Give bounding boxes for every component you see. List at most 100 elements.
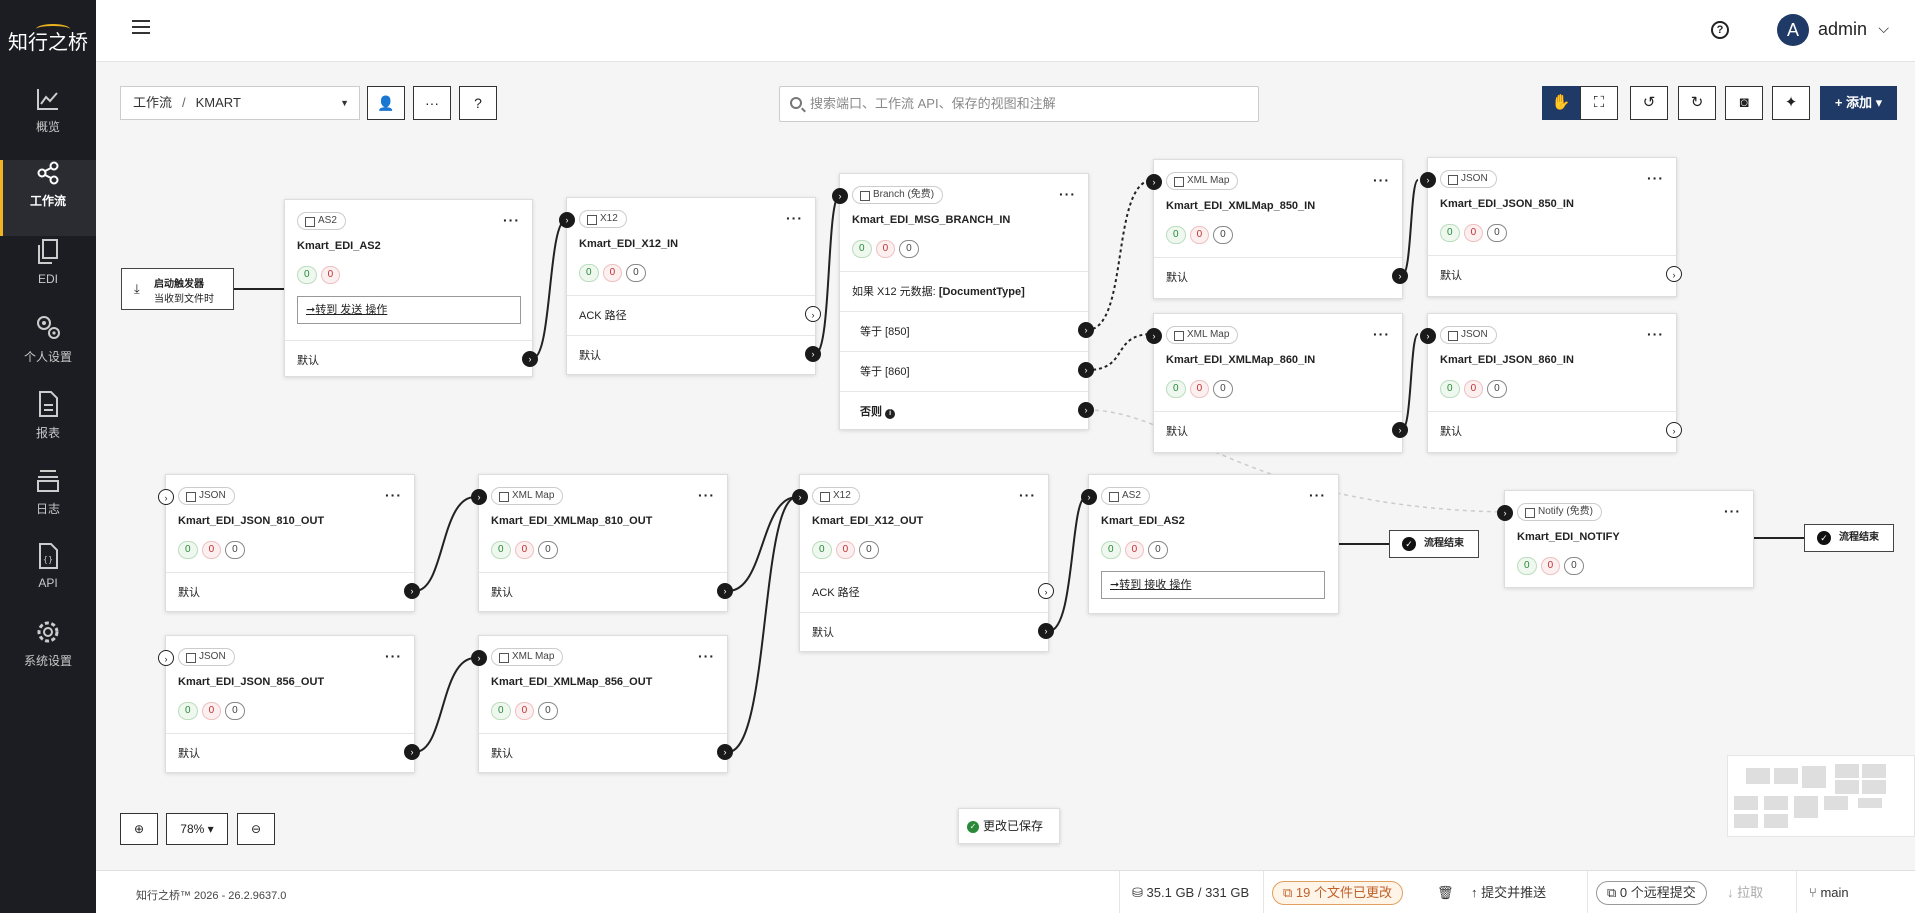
goto-send-link[interactable]: ➞转到 发送 操作 [297,296,521,324]
input-port[interactable]: › [1420,328,1436,344]
pending-count[interactable]: 0 [899,240,919,258]
success-count[interactable]: 0 [491,541,511,559]
input-port[interactable]: › [792,489,808,505]
avatar[interactable]: A [1777,14,1809,46]
zoom-out-button[interactable]: ⊖ [237,813,275,845]
breadcrumb-root[interactable]: 工作流 [133,95,172,110]
breadcrumb[interactable]: 工作流 / KMART ▼ [120,86,360,120]
workflow-node[interactable]: › XML Map ··· Kmart_EDI_XMLMap_856_OUT 0… [471,635,733,773]
success-count[interactable]: 0 [852,240,872,258]
input-port[interactable]: › [471,650,487,666]
input-port[interactable]: › [158,489,174,505]
output-port[interactable]: › [717,583,733,599]
input-port[interactable]: › [1081,489,1097,505]
help-icon[interactable]: ? [1711,21,1729,39]
minimap[interactable] [1727,755,1915,837]
search-input[interactable]: 搜索端口、工作流 API、保存的视图和注解 [779,86,1259,122]
branch-selector[interactable]: ⑂ main [1796,871,1896,913]
output-port[interactable]: › [522,351,538,367]
input-port[interactable]: › [1146,174,1162,190]
workflow-node[interactable]: › XML Map ··· Kmart_EDI_XMLMap_860_IN 00… [1146,313,1408,453]
success-count[interactable]: 0 [178,541,198,559]
input-port[interactable]: › [1420,172,1436,188]
error-count[interactable]: 0 [1124,541,1145,559]
error-count[interactable]: 0 [201,702,222,720]
error-count[interactable]: 0 [1189,226,1210,244]
trash-icon[interactable]: 🗑 [1429,871,1459,913]
error-count[interactable]: 0 [514,541,535,559]
workflow-node[interactable]: › Notify (免费) ··· Kmart_EDI_NOTIFY 000 [1497,490,1754,588]
more-button[interactable]: ··· [413,86,451,120]
pending-count[interactable]: 0 [626,264,646,282]
error-count[interactable]: 0 [320,266,341,284]
success-count[interactable]: 0 [1101,541,1121,559]
input-port[interactable]: › [471,489,487,505]
nav-item-edi[interactable]: EDI [0,238,96,314]
error-count[interactable]: 0 [1463,224,1484,242]
else-port[interactable]: › [1078,402,1094,418]
nav-item-logs[interactable]: 日志 [0,466,96,542]
workflow-node-branch[interactable]: › Branch (免费) ··· Kmart_EDI_MSG_BRANCH_I… [832,173,1094,430]
pending-count[interactable]: 0 [859,541,879,559]
workflow-node[interactable]: › JSON ··· Kmart_EDI_JSON_856_OUT 000 默认… [158,635,420,773]
error-count[interactable]: 0 [602,264,623,282]
pending-count[interactable]: 0 [538,541,558,559]
output-port[interactable]: › [1038,623,1054,639]
node-menu-icon[interactable]: ··· [385,648,402,664]
node-menu-icon[interactable]: ··· [1059,186,1076,202]
workflow-node[interactable]: › JSON ··· Kmart_EDI_JSON_860_IN 000 默认 … [1420,313,1682,453]
commit-push-button[interactable]: ↑ 提交并推送 [1459,871,1559,913]
ack-output-port[interactable]: › [1038,583,1054,599]
error-count[interactable]: 0 [514,702,535,720]
pending-count[interactable]: 0 [1487,224,1507,242]
workflow-node[interactable]: › XML Map ··· Kmart_EDI_XMLMap_850_IN 00… [1146,159,1408,299]
node-menu-icon[interactable]: ··· [1019,487,1036,503]
pending-count[interactable]: 0 [225,541,245,559]
user-button[interactable]: 👤 [367,86,405,120]
workflow-node[interactable]: › JSON ··· Kmart_EDI_JSON_850_IN 000 默认 … [1420,157,1682,297]
remote-commits[interactable]: ⧉ 0 个远程提交 [1587,871,1715,913]
output-port[interactable]: › [1392,422,1408,438]
error-count[interactable]: 0 [1189,380,1210,398]
node-menu-icon[interactable]: ··· [503,212,520,228]
auto-arrange-button[interactable]: ✦ [1772,86,1810,120]
success-count[interactable]: 0 [812,541,832,559]
output-port[interactable]: › [1666,422,1682,438]
pending-count[interactable]: 0 [1213,380,1233,398]
error-count[interactable]: 0 [835,541,856,559]
nav-item-overview[interactable]: 概览 [0,86,96,162]
input-port[interactable]: › [1146,328,1162,344]
changed-files-badge[interactable]: ⧉ 19 个文件已更改 [1272,881,1403,905]
pending-count[interactable]: 0 [1213,226,1233,244]
output-port[interactable]: › [1666,266,1682,282]
case-850-port[interactable]: › [1078,322,1094,338]
snapshot-button[interactable]: ◙ [1725,86,1763,120]
pending-count[interactable]: 0 [1487,380,1507,398]
chevron-down-icon[interactable]: ⌵ [1878,20,1889,37]
error-count[interactable]: 0 [875,240,896,258]
input-port[interactable]: › [559,212,575,228]
success-count[interactable]: 0 [1166,226,1186,244]
output-port[interactable]: › [404,744,420,760]
pending-count[interactable]: 0 [1148,541,1168,559]
zoom-level-select[interactable]: 78% ▾ [166,813,228,845]
workflow-node[interactable]: › AS2 ··· Kmart_EDI_AS2 000 ➞转到 接收 操作 [1081,474,1339,614]
error-count[interactable]: 0 [201,541,222,559]
node-menu-icon[interactable]: ··· [1647,170,1664,186]
node-menu-icon[interactable]: ··· [1309,487,1326,503]
case-860-port[interactable]: › [1078,362,1094,378]
success-count[interactable]: 0 [1440,380,1460,398]
nav-item-system-settings[interactable]: 系统设置 [0,618,96,694]
success-count[interactable]: 0 [1517,557,1537,575]
changed-files[interactable]: ⧉ 19 个文件已更改 [1263,871,1429,913]
zoom-in-button[interactable]: ⊕ [120,813,158,845]
pending-count[interactable]: 0 [225,702,245,720]
error-count[interactable]: 0 [1463,380,1484,398]
user-name[interactable]: admin [1818,19,1867,40]
node-menu-icon[interactable]: ··· [1647,326,1664,342]
workflow-node[interactable]: › XML Map ··· Kmart_EDI_XMLMap_810_OUT 0… [471,474,733,612]
nav-item-workflow[interactable]: 工作流 [0,160,96,236]
output-port[interactable]: › [404,583,420,599]
redo-button[interactable]: ↻ [1678,86,1716,120]
output-port[interactable]: › [1392,268,1408,284]
